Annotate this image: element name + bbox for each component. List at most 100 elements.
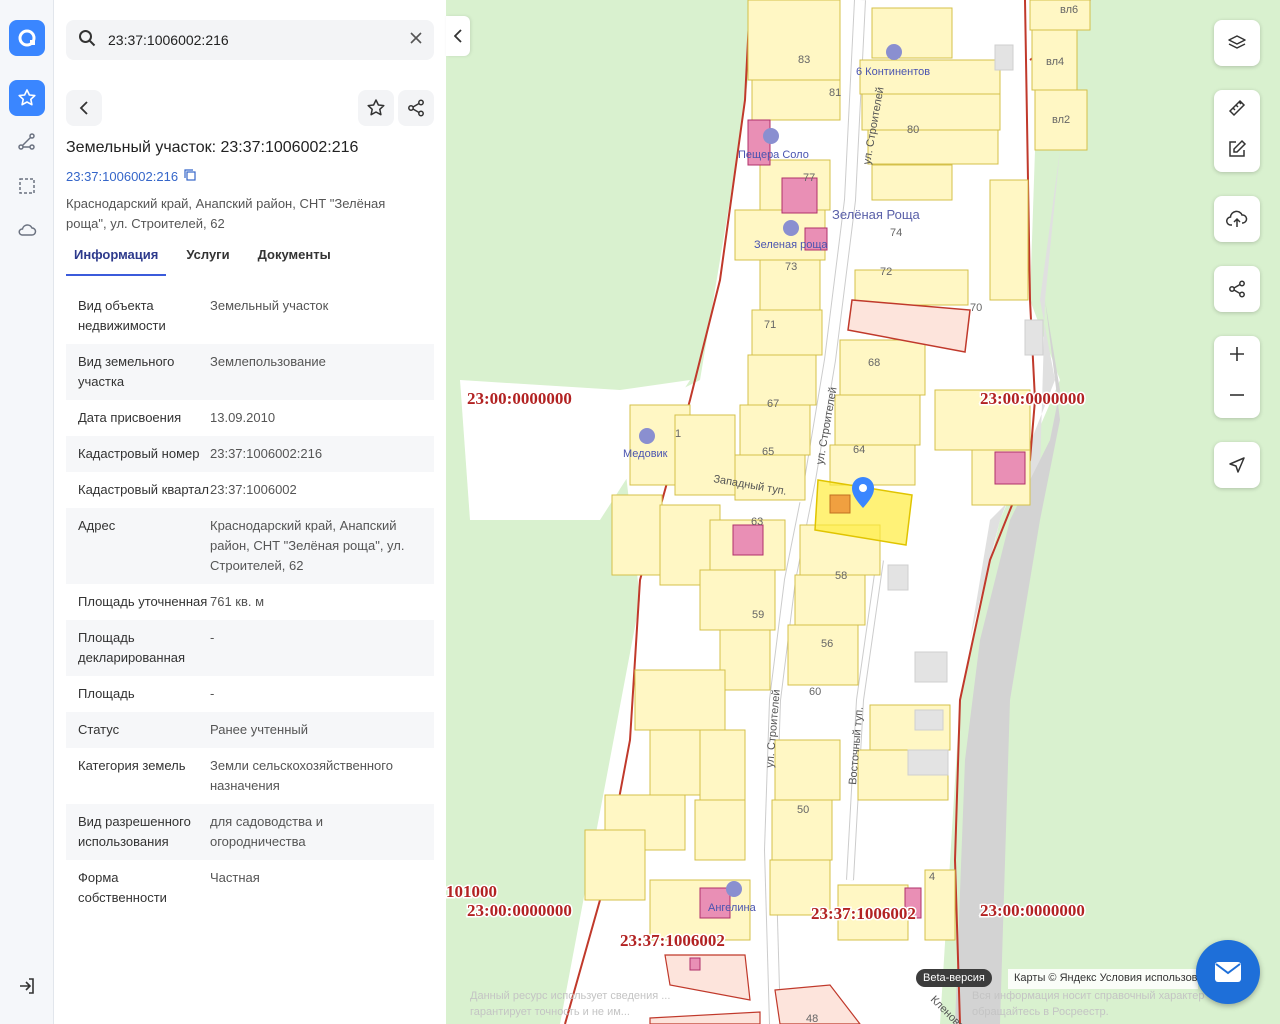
- info-value: для садоводства и огородничества: [210, 814, 323, 849]
- lot-number: 64: [853, 444, 865, 456]
- map-attribution[interactable]: Карты © Яндекс Условия использования: [1008, 969, 1198, 989]
- lot-number: 63: [751, 516, 763, 528]
- info-key: Статус: [78, 722, 120, 737]
- info-value: Ранее учтенный: [210, 722, 308, 737]
- page-title: Земельный участок: 23:37:1006002:216: [66, 139, 359, 156]
- zoom-out-icon[interactable]: [1229, 387, 1245, 408]
- tab-services[interactable]: Услуги: [178, 238, 237, 276]
- favorites-icon[interactable]: [9, 80, 45, 116]
- share-map-button[interactable]: [1214, 266, 1260, 312]
- left-rail: [0, 0, 54, 1024]
- zoom-in-icon[interactable]: [1229, 346, 1245, 367]
- zone-label: 23:37:1006002: [620, 931, 725, 950]
- edit-icon[interactable]: [1227, 139, 1247, 164]
- navigation-icon: [1229, 457, 1245, 473]
- clear-icon[interactable]: [410, 31, 422, 49]
- lot-number: 59: [752, 609, 764, 621]
- info-row: Площадь декларированная -: [66, 620, 434, 676]
- info-panel: Земельный участок: 23:37:1006002:216 23:…: [54, 0, 446, 1024]
- cloud-upload-icon: [1226, 210, 1248, 227]
- search-input[interactable]: [108, 32, 410, 48]
- info-value: Земли сельскохозяйственного назначения: [210, 758, 393, 793]
- lot-number: 77: [803, 172, 815, 184]
- favorite-button[interactable]: [358, 90, 394, 126]
- feedback-button[interactable]: [1196, 940, 1260, 1004]
- layers-icon: [1228, 35, 1246, 49]
- place-label: Пещера Соло: [738, 149, 809, 161]
- tab-info[interactable]: Информация: [66, 238, 167, 276]
- lot-number: 67: [767, 398, 779, 410]
- lot-number: 65: [762, 446, 774, 458]
- address-text: Краснодарский край, Анапский район, СНТ …: [66, 196, 386, 231]
- lot-number: 80: [907, 124, 919, 136]
- place-label: Ангелина: [708, 902, 757, 914]
- info-row: Форма собственности Частная: [66, 860, 434, 916]
- copy-icon[interactable]: [184, 169, 196, 184]
- zone-label: 23:37:1006002: [811, 904, 916, 923]
- info-key: Площадь: [78, 686, 135, 701]
- lot-number: вл6: [1060, 4, 1078, 16]
- info-key: Форма собственности: [78, 870, 167, 905]
- info-value: Краснодарский край, Анапский район, СНТ …: [210, 518, 405, 573]
- disclaimer-text: гарантирует точность и не им...: [470, 1006, 630, 1018]
- tools-group: [1214, 90, 1260, 172]
- info-key: Вид объекта недвижимости: [78, 298, 166, 333]
- info-value: Землепользование: [210, 354, 326, 369]
- zone-label: 23:00:0000000: [467, 901, 572, 920]
- lot-number: 70: [970, 302, 982, 314]
- zone-label: 101000: [446, 882, 497, 901]
- upload-button[interactable]: [1214, 196, 1260, 242]
- cadastral-link-label[interactable]: 23:37:1006002:216: [66, 169, 178, 184]
- lot-number: 72: [880, 266, 892, 278]
- beta-badge: Beta-версия: [916, 969, 992, 987]
- lot-number: 60: [809, 686, 821, 698]
- info-row: Вид объекта недвижимости Земельный участо…: [66, 288, 434, 344]
- info-row: Площадь уточненная 761 кв. м: [66, 584, 434, 620]
- logout-icon[interactable]: [9, 968, 45, 1004]
- cloud-icon[interactable]: [9, 212, 45, 248]
- info-key: Вид земельного участка: [78, 354, 175, 389]
- lot-number: 68: [868, 357, 880, 369]
- info-row: Категория земель Земли сельскохозяйственн…: [66, 748, 434, 804]
- place-label: Медовик: [623, 448, 668, 460]
- lot-number: 50: [797, 804, 809, 816]
- info-value: 23:37:1006002: [210, 482, 297, 497]
- info-value: -: [210, 630, 215, 645]
- info-value: 13.09.2010: [210, 410, 276, 425]
- zone-label: 23:00:0000000: [467, 389, 572, 408]
- route-icon[interactable]: [9, 124, 45, 160]
- geolocation-button[interactable]: [1214, 442, 1260, 488]
- share-icon: [1229, 280, 1245, 298]
- selection-icon[interactable]: [9, 168, 45, 204]
- info-row: Вид земельного участка Землепользование: [66, 344, 434, 400]
- info-table: Вид объекта недвижимости Земельный участо…: [66, 288, 434, 916]
- search-bar[interactable]: [66, 20, 434, 60]
- info-key: Кадастровый номер: [78, 446, 200, 461]
- info-value: Частная: [210, 870, 260, 885]
- info-key: Площадь уточненная: [78, 594, 208, 609]
- cadastral-link[interactable]: 23:37:1006002:216: [66, 169, 196, 184]
- info-row: Статус Ранее учтенный: [66, 712, 434, 748]
- lot-number: 83: [798, 54, 810, 66]
- zone-label: 23:00:0000000: [980, 389, 1085, 408]
- map-canvas[interactable]: 23:00:0000000 23:00:0000000 23:00:000000…: [446, 0, 1280, 1024]
- tab-documents[interactable]: Документы: [250, 238, 339, 276]
- share-button[interactable]: [398, 90, 434, 126]
- logo-icon[interactable]: [9, 20, 45, 56]
- info-key: Площадь декларированная: [78, 630, 186, 665]
- disclaimer-text: обращайтесь в Росреестр.: [972, 1006, 1109, 1018]
- info-key: Дата присвоения: [78, 410, 182, 425]
- collapse-panel-button[interactable]: [446, 16, 470, 56]
- zoom-group: [1214, 336, 1260, 418]
- lot-number: 56: [821, 638, 833, 650]
- lot-number: вл4: [1046, 56, 1064, 68]
- zone-label: 23:00:0000000: [980, 901, 1085, 920]
- lot-number: 81: [829, 87, 841, 99]
- ruler-icon[interactable]: [1227, 98, 1247, 123]
- map[interactable]: 23:00:0000000 23:00:0000000 23:00:000000…: [446, 0, 1280, 1024]
- lot-number: 58: [835, 570, 847, 582]
- place-label: Зелёная Роща: [832, 207, 921, 222]
- layers-button[interactable]: [1214, 20, 1260, 66]
- lot-number: 71: [764, 319, 776, 331]
- back-button[interactable]: [66, 90, 102, 126]
